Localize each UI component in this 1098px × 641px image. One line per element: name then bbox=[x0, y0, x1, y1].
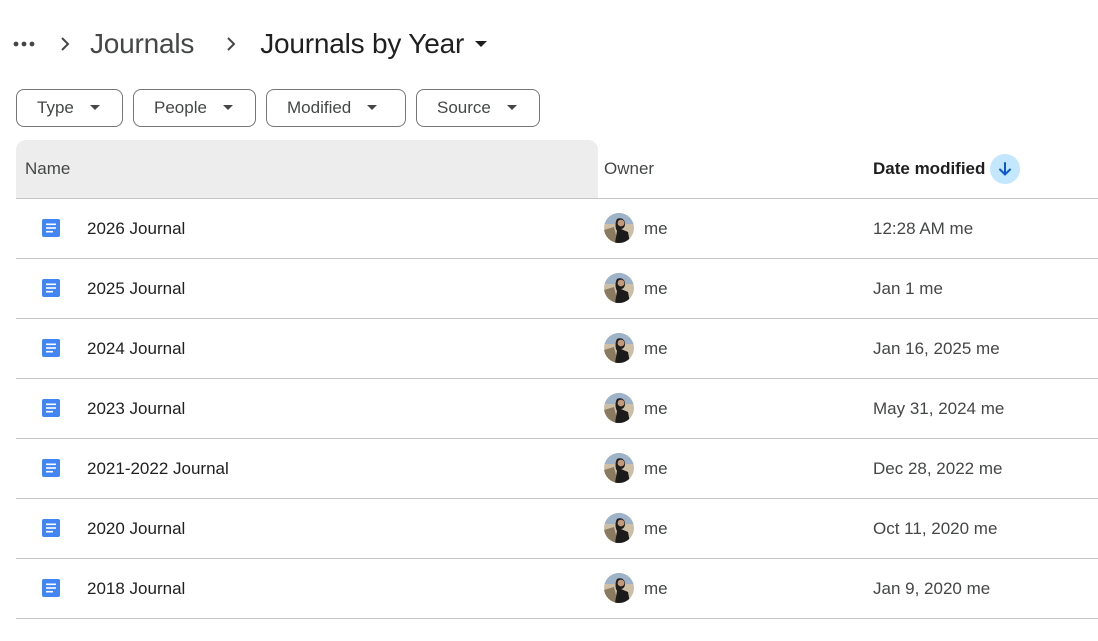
table-body: 2026 Journal me 12:28 AM me 2025 Journal bbox=[16, 199, 1098, 619]
filter-label: People bbox=[154, 98, 207, 117]
file-name[interactable]: 2025 Journal bbox=[87, 259, 185, 318]
date-modified: May 31, 2024 me bbox=[873, 398, 1005, 418]
caret-down-icon bbox=[222, 105, 233, 111]
google-docs-icon bbox=[42, 579, 60, 597]
owner-name: me bbox=[644, 458, 668, 478]
current-folder-label: Journals by Year bbox=[260, 28, 465, 59]
file-name[interactable]: 2021-2022 Journal bbox=[87, 439, 229, 498]
avatar bbox=[604, 453, 634, 483]
table-row[interactable]: 2026 Journal me 12:28 AM me bbox=[16, 199, 1098, 259]
file-name[interactable]: 2024 Journal bbox=[87, 319, 185, 378]
table-header: Name Owner Date modified bbox=[16, 140, 1098, 199]
file-name[interactable]: 2026 Journal bbox=[87, 199, 185, 258]
filter-label: Type bbox=[37, 98, 74, 117]
breadcrumb-current-folder[interactable]: Journals by Year bbox=[260, 28, 488, 60]
avatar bbox=[604, 213, 634, 243]
caret-down-icon bbox=[89, 105, 100, 111]
column-header-owner[interactable]: Owner bbox=[604, 140, 654, 198]
column-header-date-modified[interactable]: Date modified bbox=[873, 140, 1021, 198]
date-modified-label: Date modified bbox=[873, 159, 986, 178]
file-list-table: Name Owner Date modified 2026 Journal me… bbox=[16, 140, 1098, 619]
caret-down-icon bbox=[506, 105, 517, 111]
chevron-right-icon bbox=[216, 32, 246, 56]
table-row[interactable]: 2023 Journal me May 31, 2024 me bbox=[16, 379, 1098, 439]
table-row[interactable]: 2024 Journal me Jan 16, 2025 me bbox=[16, 319, 1098, 379]
table-row[interactable]: 2021-2022 Journal me Dec 28, 2022 me bbox=[16, 439, 1098, 499]
google-docs-icon bbox=[42, 519, 60, 537]
date-modified: Jan 16, 2025 me bbox=[873, 338, 1000, 358]
google-docs-icon bbox=[42, 459, 60, 477]
google-docs-icon bbox=[42, 219, 60, 237]
google-docs-icon bbox=[42, 339, 60, 357]
more-horiz-icon[interactable] bbox=[12, 32, 36, 56]
table-row[interactable]: 2020 Journal me Oct 11, 2020 me bbox=[16, 499, 1098, 559]
breadcrumb: Journals Journals by Year bbox=[12, 22, 488, 66]
owner-name: me bbox=[644, 338, 668, 358]
arrow-downward-icon[interactable] bbox=[990, 154, 1021, 184]
filter-type-chip[interactable]: Type bbox=[16, 89, 123, 127]
file-name[interactable]: 2018 Journal bbox=[87, 559, 185, 618]
avatar bbox=[604, 273, 634, 303]
chevron-right-icon bbox=[50, 32, 80, 56]
owner-name: me bbox=[644, 278, 668, 298]
filter-label: Source bbox=[437, 98, 491, 117]
owner-name: me bbox=[644, 578, 668, 598]
caret-down-icon bbox=[367, 105, 378, 111]
filter-people-chip[interactable]: People bbox=[133, 89, 256, 127]
date-modified: Oct 11, 2020 me bbox=[873, 518, 998, 538]
filter-modified-chip[interactable]: Modified bbox=[266, 89, 406, 127]
avatar bbox=[604, 573, 634, 603]
avatar bbox=[604, 393, 634, 423]
filter-chips: Type People Modified Source bbox=[16, 89, 540, 127]
filter-source-chip[interactable]: Source bbox=[416, 89, 540, 127]
table-row[interactable]: 2018 Journal me Jan 9, 2020 me bbox=[16, 559, 1098, 619]
google-docs-icon bbox=[42, 399, 60, 417]
avatar bbox=[604, 333, 634, 363]
owner-name: me bbox=[644, 398, 668, 418]
avatar bbox=[604, 513, 634, 543]
date-modified: 12:28 AM me bbox=[873, 218, 974, 238]
date-modified: Dec 28, 2022 me bbox=[873, 458, 1003, 478]
owner-name: me bbox=[644, 518, 668, 538]
date-modified: Jan 9, 2020 me bbox=[873, 578, 991, 598]
file-name[interactable]: 2023 Journal bbox=[87, 379, 185, 438]
table-row[interactable]: 2025 Journal me Jan 1 me bbox=[16, 259, 1098, 319]
caret-down-icon bbox=[474, 39, 488, 49]
google-docs-icon bbox=[42, 279, 60, 297]
file-name[interactable]: 2020 Journal bbox=[87, 499, 185, 558]
column-header-name[interactable]: Name bbox=[16, 140, 598, 198]
filter-label: Modified bbox=[287, 98, 352, 117]
breadcrumb-journals[interactable]: Journals bbox=[90, 28, 194, 60]
owner-name: me bbox=[644, 218, 668, 238]
date-modified: Jan 1 me bbox=[873, 278, 943, 298]
